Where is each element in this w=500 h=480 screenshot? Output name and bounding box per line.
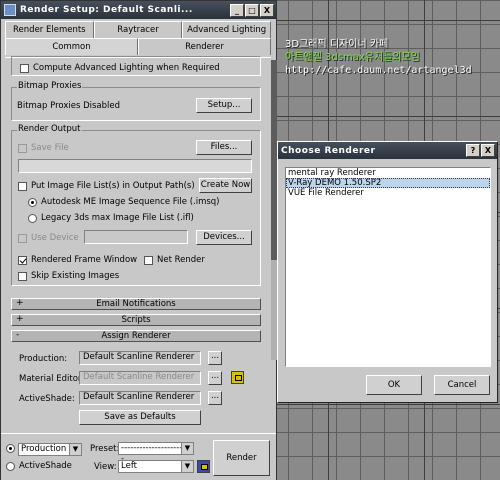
production-renderer-field: Default Scanline Renderer: [79, 351, 201, 365]
material-editor-renderer-field: Default Scanline Renderer: [79, 371, 201, 385]
put-image-file-checkbox[interactable]: Put Image File List(s) in Output Path(s): [18, 181, 195, 191]
cancel-button[interactable]: Cancel: [434, 375, 490, 395]
autodesk-imsq-radio[interactable]: Autodesk ME Image Sequence File (.imsq): [28, 197, 220, 207]
list-item[interactable]: V-Ray DEMO 1.50.SP2: [286, 178, 490, 188]
bitmap-proxies-title: Bitmap Proxies: [17, 81, 83, 91]
watermark-line3: http://cafe.daum.net/artangel3d: [285, 65, 472, 76]
rollout-assign-renderer[interactable]: - Assign Renderer: [11, 330, 261, 342]
activeshade-renderer-field: Default Scanline Renderer: [79, 391, 201, 405]
tab-advanced-lighting[interactable]: Advanced Lighting: [182, 21, 272, 38]
preset-dropdown[interactable]: ------------------------ ▼: [118, 442, 194, 464]
activeshade-mode-radio[interactable]: ActiveShade: [6, 461, 72, 471]
files-button[interactable]: Files...: [196, 140, 252, 155]
list-item[interactable]: VUE File Renderer: [286, 188, 490, 198]
render-output-group: Render Output Save File Files... Put Ima…: [11, 124, 261, 286]
window-title: Render Setup: Default Scanli...: [20, 5, 193, 15]
choose-production-renderer-button[interactable]: ...: [208, 351, 222, 365]
list-item[interactable]: mental ray Renderer: [286, 168, 490, 178]
common-panel: Compute Advanced Lighting when Required …: [5, 56, 277, 430]
watermark-line1: 3D그래픽 디자이너 카페: [285, 39, 389, 50]
app-icon: [4, 4, 16, 16]
render-setup-titlebar[interactable]: Render Setup: Default Scanli... _ □ X: [1, 1, 276, 19]
dialog-titlebar[interactable]: Choose Renderer ? X: [278, 142, 497, 159]
tab-common[interactable]: Common: [5, 38, 138, 55]
save-file-checkbox[interactable]: Save File: [18, 143, 69, 153]
save-as-defaults-button[interactable]: Save as Defaults: [79, 410, 201, 425]
dialog-title: Choose Renderer: [281, 145, 376, 156]
bitmap-proxies-group: Bitmap Proxies Bitmap Proxies Disabled S…: [11, 81, 261, 121]
preset-label: Preset:: [90, 444, 120, 454]
tab-raytracer[interactable]: Raytracer: [93, 21, 183, 38]
choose-renderer-dialog: Choose Renderer ? X mental ray Renderer …: [277, 141, 498, 403]
create-now-button[interactable]: Create Now: [199, 178, 252, 193]
view-label: View:: [94, 462, 117, 472]
bitmap-setup-button[interactable]: Setup...: [196, 98, 252, 113]
compute-adv-lighting-checkbox[interactable]: Compute Advanced Lighting when Required: [20, 63, 220, 73]
rendered-frame-window-checkbox[interactable]: Rendered Frame Window: [18, 255, 137, 265]
material-editor-label: Material Editor:: [19, 374, 85, 384]
help-button[interactable]: ?: [466, 144, 480, 157]
tab-renderer[interactable]: Renderer: [138, 38, 271, 55]
skip-existing-checkbox[interactable]: Skip Existing Images: [18, 271, 119, 281]
tab-render-elements[interactable]: Render Elements: [5, 21, 94, 38]
watermark-line2: 아트앤젤 3dsmax유저들의모임: [285, 52, 420, 63]
device-field: [84, 230, 188, 244]
production-dropdown[interactable]: Production ▼: [18, 443, 82, 456]
lock-icon[interactable]: [231, 371, 244, 384]
render-bottom-bar: Production ▼ ActiveShade Preset: --------…: [1, 433, 276, 480]
bitmap-proxies-status: Bitmap Proxies Disabled: [17, 101, 121, 111]
activeshade-label: ActiveShade:: [19, 394, 75, 404]
advanced-lighting-group: Compute Advanced Lighting when Required: [11, 56, 261, 76]
view-lock-icon[interactable]: [197, 460, 210, 473]
rollout-scripts[interactable]: + Scripts: [11, 314, 261, 326]
ok-button[interactable]: OK: [366, 375, 422, 395]
close-button[interactable]: X: [260, 3, 274, 17]
production-label: Production:: [19, 354, 68, 364]
devices-button[interactable]: Devices...: [196, 230, 252, 245]
tab-strip: Render Elements Raytracer Advanced Light…: [5, 21, 272, 55]
chevron-down-icon: ▼: [69, 444, 81, 455]
watermark: 3D그래픽 디자이너 카페 아트앤젤 3dsmax유저들의모임 http://c…: [285, 38, 497, 77]
dialog-close-button[interactable]: X: [481, 144, 495, 157]
output-path-field[interactable]: [18, 159, 252, 173]
render-output-title: Render Output: [17, 124, 82, 134]
render-setup-window: Render Setup: Default Scanli... _ □ X Re…: [0, 0, 277, 480]
chevron-down-icon: ▼: [181, 443, 193, 454]
use-device-checkbox[interactable]: Use Device: [18, 233, 79, 243]
legacy-ifl-radio[interactable]: Legacy 3ds max Image File List (.ifl): [28, 213, 194, 223]
renderer-list[interactable]: mental ray Renderer V-Ray DEMO 1.50.SP2 …: [285, 167, 491, 367]
choose-material-renderer-button[interactable]: ...: [208, 371, 222, 385]
chevron-down-icon: ▼: [181, 461, 193, 472]
choose-activeshade-renderer-button[interactable]: ...: [208, 391, 222, 405]
maximize-button[interactable]: □: [245, 3, 259, 17]
view-dropdown[interactable]: Left ▼: [118, 460, 194, 473]
minimize-button[interactable]: _: [230, 3, 244, 17]
render-button[interactable]: Render: [213, 440, 270, 476]
net-render-checkbox[interactable]: Net Render: [144, 255, 205, 265]
rollout-email-notifications[interactable]: + Email Notifications: [11, 298, 261, 310]
